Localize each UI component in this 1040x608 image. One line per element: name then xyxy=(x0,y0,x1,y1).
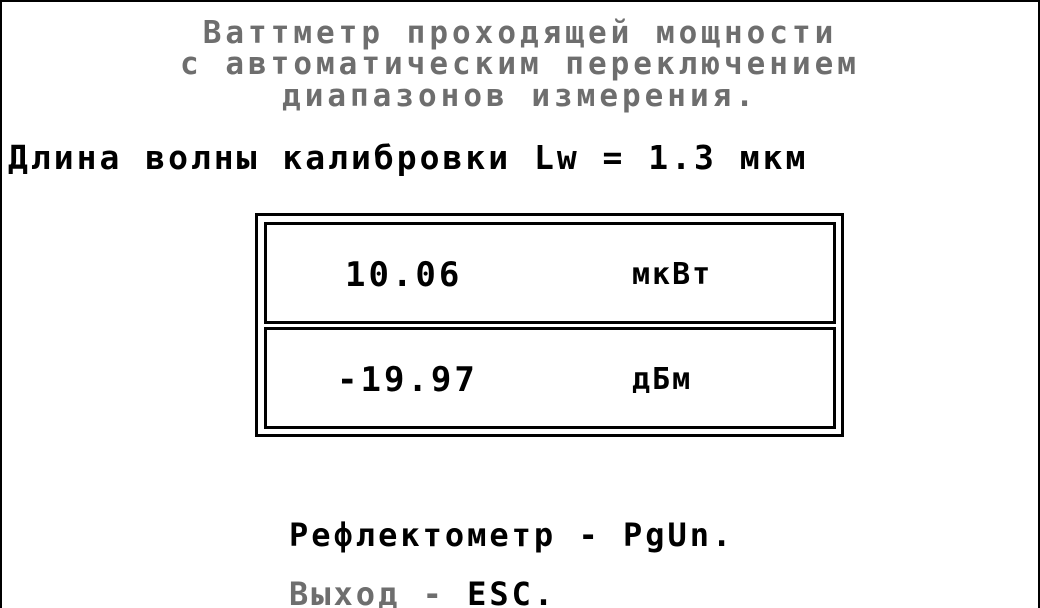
power-readout: 10.06 мкВт xyxy=(264,222,836,324)
instrument-screen: Ваттметр проходящей мощности с автоматич… xyxy=(0,0,1040,608)
level-unit: дБм xyxy=(632,362,693,397)
reflectometer-label: Рефлектометр xyxy=(289,516,557,554)
level-readout: -19.97 дБм xyxy=(264,327,836,429)
title-line-2: с автоматическим переключением xyxy=(180,46,860,82)
reflectometer-menu-item[interactable]: Рефлектометр - PgUn. xyxy=(289,515,734,555)
exit-label: Выход xyxy=(289,575,401,608)
exit-menu-item[interactable]: Выход - ESC. xyxy=(289,574,556,608)
exit-separator: - xyxy=(422,575,445,608)
title-line-1: Ваттметр проходящей мощности xyxy=(202,15,838,51)
power-unit: мкВт xyxy=(632,257,713,292)
title-line-3: диапазонов измерения. xyxy=(282,78,758,114)
reflectometer-separator: - xyxy=(578,516,601,554)
exit-key: ESC. xyxy=(467,575,557,608)
calibration-wavelength: Длина волны калибровки Lw = 1.3 мкм xyxy=(8,138,809,177)
readout-panel: 10.06 мкВт -19.97 дБм xyxy=(255,213,844,437)
power-value: 10.06 xyxy=(345,255,463,295)
reflectometer-key: PgUn. xyxy=(622,516,735,554)
level-value: -19.97 xyxy=(337,360,478,400)
